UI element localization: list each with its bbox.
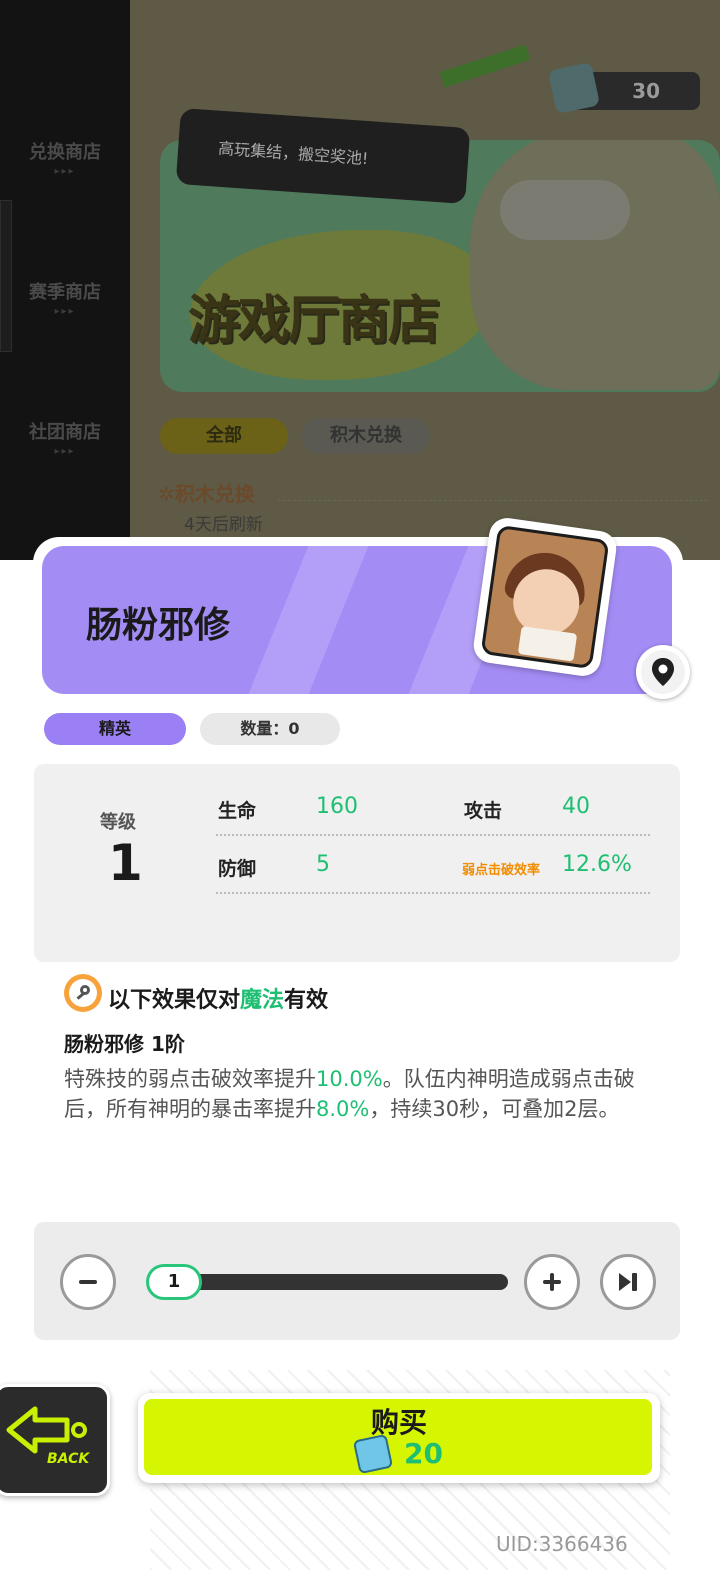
block-cube-icon (352, 1433, 394, 1475)
user-id: UID:3366436 (496, 1532, 628, 1556)
sidebar-item-club-shop[interactable]: 社团商店 ▸▸▸ (0, 418, 130, 457)
currency-amount: 30 (632, 79, 660, 103)
increase-button[interactable] (524, 1254, 580, 1310)
shop-title: 游戏厅商店 (188, 291, 440, 351)
hp-label: 生命 (218, 800, 257, 822)
skip-to-max-icon (619, 1273, 637, 1291)
tab-block-exchange[interactable]: 积木兑换 (302, 418, 430, 454)
shop-background: 兑换商店 ▸▸▸ 赛季商店 ▸▸▸ 社团商店 ▸▸▸ 高玩集结，搬空奖池! 游戏… (0, 0, 720, 560)
plus-icon (543, 1273, 561, 1291)
block-cube-icon (547, 61, 601, 115)
banner-character (470, 140, 720, 390)
sidebar-item-label: 兑换商店 (29, 142, 101, 163)
stat-row: 生命 160 攻击 40 (216, 794, 650, 836)
back-button[interactable]: BACK (0, 1384, 110, 1496)
quantity-slider[interactable] (150, 1274, 508, 1290)
quantity-badge: 数量：0 (200, 713, 340, 745)
buy-label: 购买 (370, 1406, 427, 1439)
rank-badge: 精英 (44, 713, 186, 745)
buy-button[interactable]: 购买 20 (138, 1393, 660, 1483)
skill-description: 特殊技的弱点击破效率提升10.0%。队伍内神明造成弱点击破后，所有神明的暴击率提… (64, 1067, 635, 1121)
skill-name: 肠粉邪修 1阶 (64, 1032, 185, 1056)
level-label: 等级 (100, 812, 136, 833)
back-arrow-icon (6, 1406, 87, 1454)
currency-counter: 30 (547, 61, 700, 115)
atk-value: 40 (562, 794, 590, 819)
decrease-button[interactable] (60, 1254, 116, 1310)
section-refresh-text: 4天后刷新 (184, 515, 263, 535)
sidebar-active-indicator (0, 200, 12, 352)
shop-sidebar: 兑换商店 ▸▸▸ 赛季商店 ▸▸▸ 社团商店 ▸▸▸ (0, 0, 130, 560)
section-title: ✲积木兑换 (158, 482, 255, 506)
stat-row: 防御 5 弱点击破效率 12.6% (216, 852, 650, 894)
item-portrait (471, 515, 619, 679)
level-value: 1 (108, 834, 143, 892)
weak-break-value: 12.6% (562, 852, 632, 877)
sidebar-item-season-shop[interactable]: 赛季商店 ▸▸▸ (0, 278, 130, 317)
def-value: 5 (316, 852, 330, 877)
sidebar-item-exchange-shop[interactable]: 兑换商店 ▸▸▸ (0, 138, 130, 177)
locate-button[interactable] (636, 645, 690, 699)
weak-break-label: 弱点击破效率 (462, 863, 541, 878)
sidebar-item-label: 赛季商店 (29, 282, 101, 303)
banner-speech-text: 高玩集结，搬空奖池! (217, 138, 370, 169)
effect-condition: 以下效果仅对魔法有效 (108, 988, 329, 1013)
location-pin-icon (652, 658, 674, 686)
item-name: 肠粉邪修 (86, 605, 231, 646)
tab-all[interactable]: 全部 (160, 418, 288, 454)
max-quantity-button[interactable] (600, 1254, 656, 1310)
minus-icon (79, 1280, 97, 1284)
hp-value: 160 (316, 794, 358, 819)
divider (278, 500, 708, 501)
back-label: BACK (47, 1451, 90, 1467)
def-label: 防御 (218, 858, 257, 880)
key-icon (64, 974, 102, 1012)
quantity-slider-handle[interactable]: 1 (146, 1264, 202, 1300)
sidebar-item-label: 社团商店 (29, 422, 101, 443)
atk-label: 攻击 (464, 800, 503, 822)
buy-price: 20 (404, 1437, 443, 1470)
